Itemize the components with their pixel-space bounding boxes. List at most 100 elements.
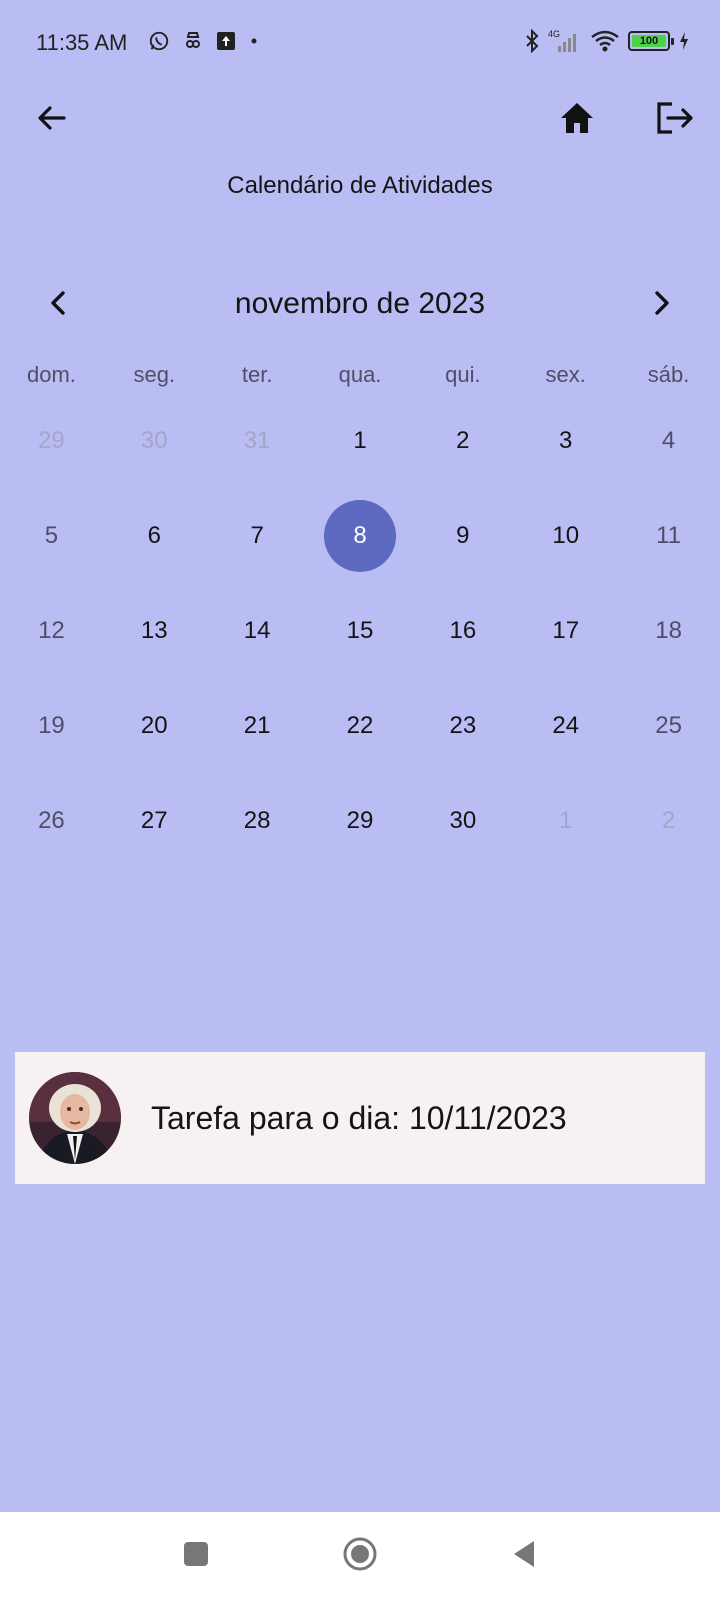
logout-button[interactable] — [651, 96, 699, 144]
calendar-week-row: 19 20 21 22 23 24 25 — [0, 678, 720, 773]
weekday-header-row: dom. seg. ter. qua. qui. sex. sáb. — [0, 362, 720, 388]
calendar-day-outside-month: 29 — [0, 393, 103, 488]
calendar-day[interactable]: 1 — [309, 393, 412, 488]
calendar-day[interactable]: 20 — [103, 678, 206, 773]
battery-icon: 100 — [628, 31, 674, 51]
network-type-label: 4G — [548, 29, 560, 39]
home-icon — [559, 101, 595, 140]
calendar-day[interactable]: 11 — [617, 488, 720, 583]
home-nav-button[interactable] — [336, 1532, 384, 1580]
calendar-day-number: 1 — [559, 806, 573, 834]
calendar-day-number: 18 — [655, 616, 682, 644]
battery-level: 100 — [632, 35, 666, 47]
calendar-day-number: 17 — [552, 616, 580, 644]
back-nav-button[interactable] — [500, 1532, 548, 1580]
calendar-day-number: 3 — [559, 426, 573, 454]
calendar-day-number: 29 — [346, 806, 374, 834]
calendar-day-number: 2 — [456, 426, 470, 454]
spy-icon — [184, 31, 202, 51]
calendar-day-number: 10 — [552, 521, 580, 549]
calendar-day[interactable]: 29 — [309, 773, 412, 868]
page-title: Calendário de Atividades — [227, 172, 493, 199]
calendar-day[interactable]: 10 — [514, 488, 617, 583]
weekday-label: qui. — [445, 362, 481, 387]
calendar-day[interactable]: 28 — [206, 773, 309, 868]
calendar-day[interactable]: 2 — [411, 393, 514, 488]
avatar-photo — [29, 1072, 121, 1164]
calendar-day[interactable]: 19 — [0, 678, 103, 773]
calendar-day-outside-month: 31 — [206, 393, 309, 488]
wifi-icon — [590, 29, 620, 53]
whatsapp-icon — [148, 30, 170, 52]
back-button[interactable] — [28, 96, 76, 144]
calendar-day[interactable]: 30 — [411, 773, 514, 868]
status-bar: 11:35 AM 4G 100 — [0, 0, 720, 90]
calendar-day-number: 26 — [38, 806, 65, 834]
home-button[interactable] — [553, 96, 601, 144]
calendar-day[interactable]: 25 — [617, 678, 720, 773]
calendar-day-number: 20 — [140, 711, 168, 739]
calendar-day-outside-month: 1 — [514, 773, 617, 868]
calendar-day[interactable]: 9 — [411, 488, 514, 583]
calendar-day[interactable]: 27 — [103, 773, 206, 868]
calendar-day[interactable]: 24 — [514, 678, 617, 773]
calendar-day[interactable]: 12 — [0, 583, 103, 678]
calendar-day[interactable]: 21 — [206, 678, 309, 773]
calendar-day[interactable]: 14 — [206, 583, 309, 678]
calendar-day[interactable]: 3 — [514, 393, 617, 488]
task-date-text: Tarefa para o dia: 10/11/2023 — [151, 1099, 567, 1136]
chevron-right-icon — [652, 289, 672, 322]
calendar-day[interactable]: 6 — [103, 488, 206, 583]
charging-icon — [678, 31, 690, 51]
signal-icon: 4G — [548, 28, 582, 54]
calendar-day-number: 25 — [655, 711, 682, 739]
system-navigation-bar — [0, 1512, 720, 1600]
calendar-day-number: 23 — [449, 711, 477, 739]
calendar-week-row: 29 30 31 1 2 3 4 — [0, 393, 720, 488]
calendar-day[interactable]: 4 — [617, 393, 720, 488]
calendar-day[interactable]: 5 — [0, 488, 103, 583]
calendar-day-number: 14 — [243, 616, 271, 644]
square-icon — [182, 1540, 210, 1573]
weekday-label: qua. — [338, 362, 382, 387]
avatar — [29, 1072, 121, 1164]
calendar-day-number: 28 — [243, 806, 271, 834]
calendar-day[interactable]: 26 — [0, 773, 103, 868]
calendar-day-number: 6 — [147, 521, 161, 549]
calendar-day-number: 16 — [449, 616, 477, 644]
calendar-day-number: 5 — [44, 521, 59, 549]
weekday-label: dom. — [26, 362, 76, 387]
calendar-day-number: 29 — [38, 426, 65, 454]
triangle-back-icon — [510, 1538, 538, 1575]
calendar-day-outside-month: 30 — [103, 393, 206, 488]
weekday-label: seg. — [133, 362, 176, 387]
calendar-day-number: 7 — [250, 521, 264, 549]
calendar-day[interactable]: 22 — [309, 678, 412, 773]
calendar-day-number: 9 — [456, 521, 470, 549]
calendar-day-number: 21 — [243, 711, 271, 739]
weekday-label: sáb. — [647, 362, 690, 387]
arrow-left-icon — [36, 102, 68, 139]
calendar-day[interactable]: 13 — [103, 583, 206, 678]
calendar-day-outside-month: 2 — [617, 773, 720, 868]
calendar-day-number: 15 — [346, 616, 374, 644]
calendar-week-row: 5 6 7 8 9 10 11 — [0, 488, 720, 583]
next-month-button[interactable] — [638, 281, 686, 329]
calendar-day[interactable]: 17 — [514, 583, 617, 678]
calendar-day-number: 2 — [661, 806, 676, 834]
task-card[interactable]: Tarefa para o dia: 10/11/2023 — [15, 1052, 705, 1184]
weekday-label: sex. — [545, 362, 586, 387]
calendar-day-number: 12 — [38, 616, 65, 644]
calendar-day-number: 27 — [140, 806, 168, 834]
recents-button[interactable] — [172, 1532, 220, 1580]
calendar-day[interactable]: 16 — [411, 583, 514, 678]
calendar-day-selected[interactable]: 8 — [309, 488, 412, 583]
calendar-day[interactable]: 15 — [309, 583, 412, 678]
calendar-day-number: 1 — [353, 426, 367, 454]
calendar-day[interactable]: 18 — [617, 583, 720, 678]
calendar-day[interactable]: 7 — [206, 488, 309, 583]
calendar-week-row: 26 27 28 29 30 1 2 — [0, 773, 720, 868]
calendar-day[interactable]: 23 — [411, 678, 514, 773]
calendar-week-row: 12 13 14 15 16 17 18 — [0, 583, 720, 678]
calendar-days-grid: 29 30 31 1 2 3 4 5 6 7 8 9 10 11 12 13 14 15 16 17 18 19 20 21 2… — [0, 393, 720, 868]
